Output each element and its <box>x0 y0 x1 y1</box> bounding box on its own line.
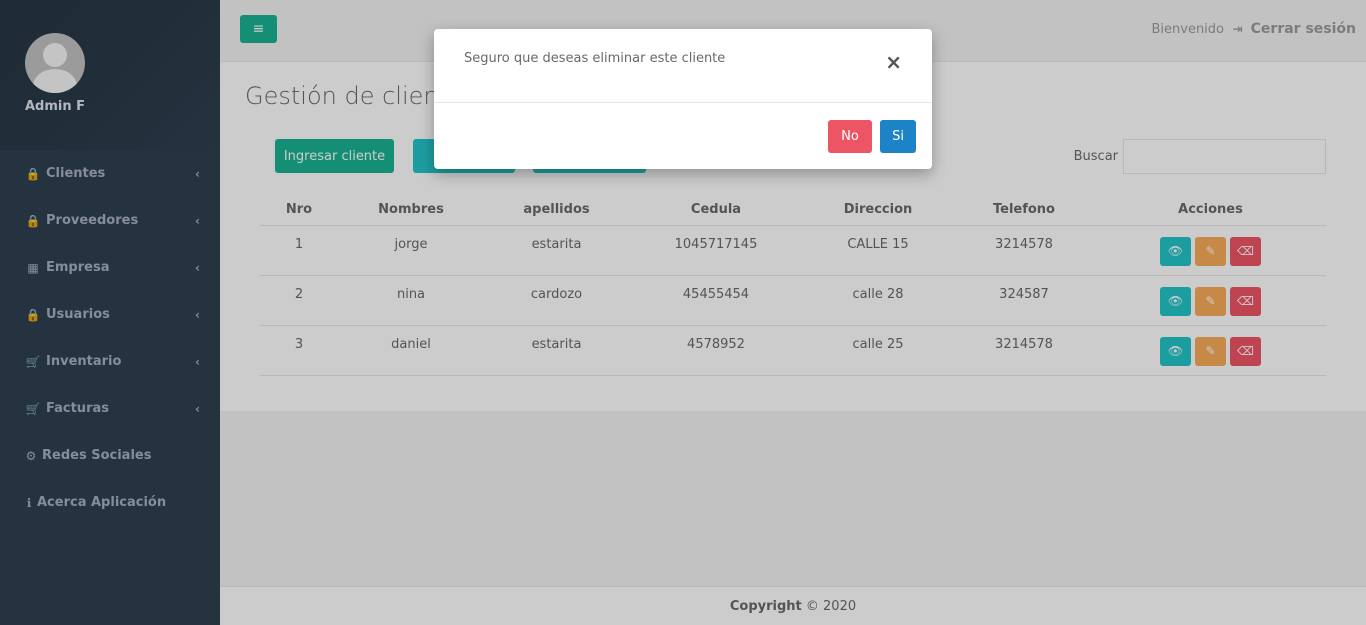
si-button[interactable]: Si <box>880 120 916 153</box>
modal-header: Seguro que deseas eliminar este cliente … <box>434 29 932 103</box>
close-icon[interactable]: × <box>885 52 902 72</box>
modal-message: Seguro que deseas eliminar este cliente <box>464 51 726 66</box>
no-button[interactable]: No <box>828 120 872 153</box>
confirm-delete-modal: Seguro que deseas eliminar este cliente … <box>434 29 932 169</box>
